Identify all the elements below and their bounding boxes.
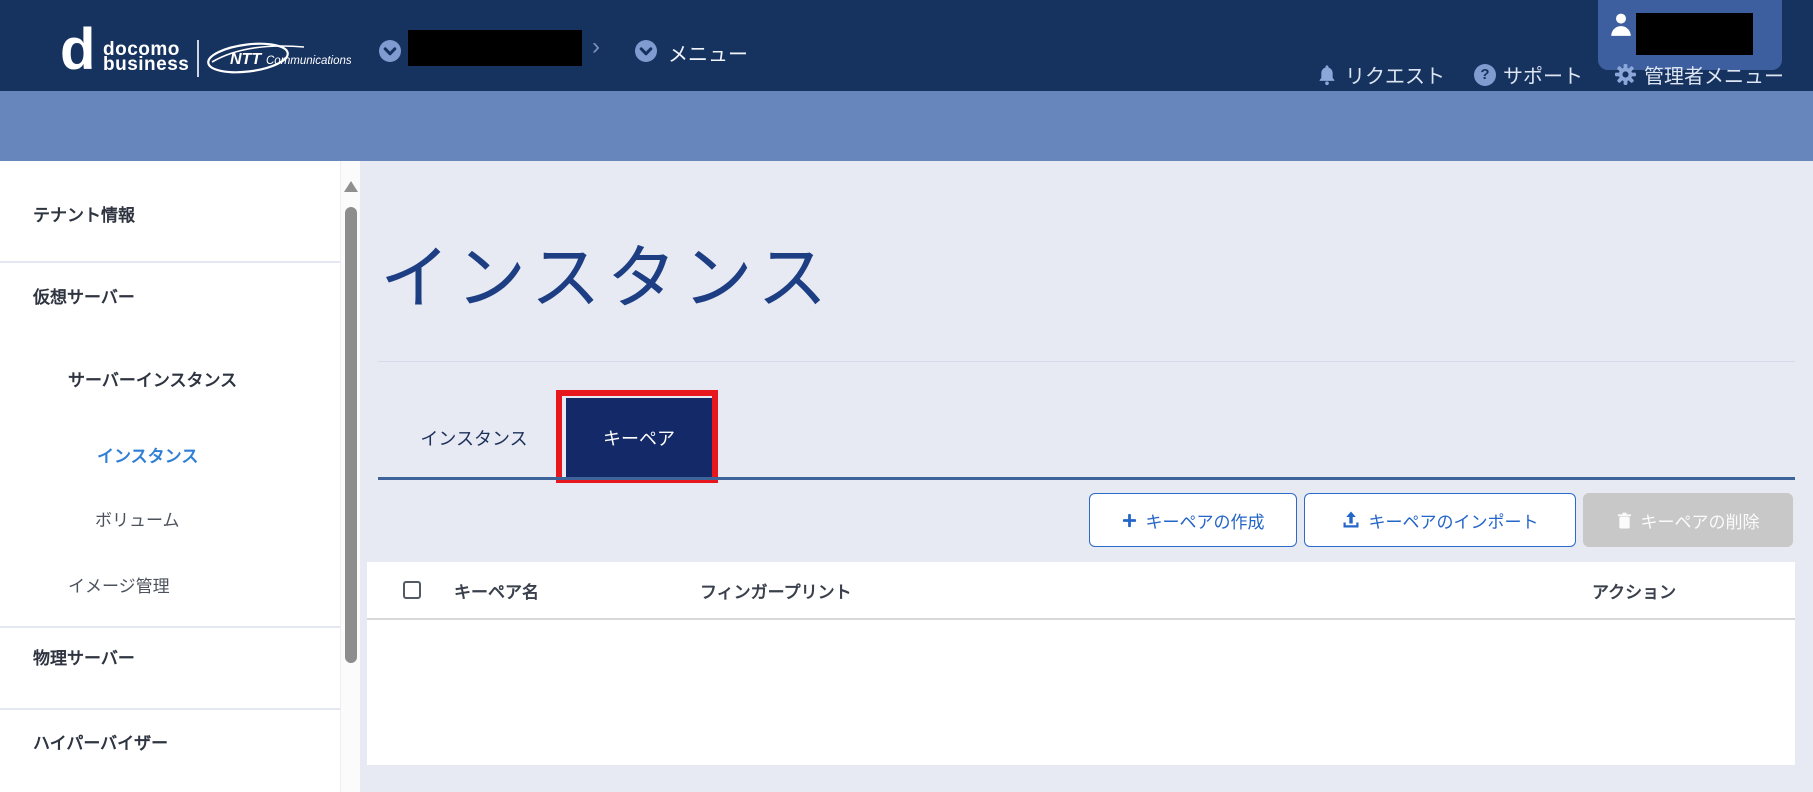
nav-item-support[interactable]: ? サポート xyxy=(1474,60,1583,89)
table-header-row: キーペア名 フィンガープリント アクション xyxy=(367,562,1795,620)
menu-button[interactable]: メニュー xyxy=(668,38,748,67)
button-label: キーペアの作成 xyxy=(1145,512,1265,532)
docomo-logo-line2: business xyxy=(103,54,190,75)
create-keypair-button[interactable]: キーペアの作成 xyxy=(1089,493,1297,547)
sidebar-item-virtual-server[interactable]: 仮想サーバー xyxy=(33,283,135,308)
secondary-bar xyxy=(0,91,1813,246)
svg-text:Communications: Communications xyxy=(266,55,351,67)
breadcrumb-chevron-icon: › xyxy=(592,33,600,60)
sidebar-item-server-instance[interactable]: サーバーインスタンス xyxy=(68,366,237,391)
keypair-table: キーペア名 フィンガープリント アクション xyxy=(367,562,1795,765)
upload-icon xyxy=(1343,511,1358,528)
page-title: インスタンス xyxy=(380,239,834,317)
sidebar-divider xyxy=(0,626,340,628)
column-header-fingerprint: フィンガープリント xyxy=(700,582,852,602)
redacted-user-name xyxy=(1636,13,1753,55)
top-navbar: d docomo business NTT Communications › メ… xyxy=(0,0,1813,91)
column-header-keypair-name: キーペア名 xyxy=(454,582,539,602)
sidebar-item-hypervisor[interactable]: ハイパーバイザー xyxy=(33,729,168,754)
sidebar-item-image-management[interactable]: イメージ管理 xyxy=(68,572,170,597)
sidebar-item-physical-server[interactable]: 物理サーバー xyxy=(33,644,135,669)
tab-instance[interactable]: インスタンス xyxy=(398,398,550,477)
nav-item-label: サポート xyxy=(1503,66,1583,88)
nav-item-requests[interactable]: リクエスト xyxy=(1316,60,1445,89)
button-label: キーペアのインポート xyxy=(1368,512,1539,532)
title-divider xyxy=(378,361,1795,362)
sidebar-scrollbar[interactable] xyxy=(340,161,360,792)
help-icon: ? xyxy=(1474,63,1496,86)
scrollbar-thumb[interactable] xyxy=(345,207,357,663)
trash-icon xyxy=(1617,512,1631,528)
sidebar-divider xyxy=(0,261,340,263)
redacted-tenant-selector[interactable] xyxy=(408,30,582,66)
delete-keypair-button[interactable]: キーペアの削除 xyxy=(1583,493,1793,547)
sidebar-item-tenant-info[interactable]: テナント情報 xyxy=(33,201,135,226)
sidebar: テナント情報 仮想サーバー サーバーインスタンス インスタンス ボリューム イメ… xyxy=(0,161,340,792)
docomo-business-logo: docomo business xyxy=(103,40,190,75)
nav-item-admin-menu[interactable]: 管理者メニュー xyxy=(1614,60,1784,89)
main-content: インスタンス インスタンス キーペア キーペアの作成 キーペアのインポート キー… xyxy=(360,161,1813,792)
nav-item-label: リクエスト xyxy=(1345,66,1445,88)
button-label: キーペアの削除 xyxy=(1640,512,1760,532)
gear-icon xyxy=(1614,63,1637,86)
ntt-communications-logo: NTT Communications xyxy=(207,42,351,74)
select-all-checkbox[interactable] xyxy=(403,581,421,599)
screen: d docomo business NTT Communications › メ… xyxy=(0,0,1813,792)
docomo-logo-icon: d xyxy=(60,17,96,82)
nav-item-label: 管理者メニュー xyxy=(1644,66,1784,88)
column-header-action: アクション xyxy=(1592,582,1677,602)
sidebar-item-instance[interactable]: インスタンス xyxy=(97,442,198,467)
keypair-toolbar: キーペアの作成 キーペアのインポート キーペアの削除 xyxy=(1089,493,1793,547)
scrollbar-up-arrow-icon[interactable] xyxy=(344,181,358,192)
import-keypair-button[interactable]: キーペアのインポート xyxy=(1304,493,1576,547)
chevron-down-circle-icon[interactable] xyxy=(378,39,402,63)
table-empty-body xyxy=(367,620,1795,763)
plus-icon xyxy=(1122,513,1136,527)
tab-keypair[interactable]: キーペア xyxy=(566,398,712,477)
bell-icon xyxy=(1319,64,1335,85)
sidebar-item-volume[interactable]: ボリューム xyxy=(95,506,180,531)
tab-underline xyxy=(378,477,1795,480)
user-icon xyxy=(1611,13,1631,36)
chevron-down-circle-icon[interactable] xyxy=(634,39,658,63)
svg-text:NTT: NTT xyxy=(230,51,262,68)
brand-separator xyxy=(197,40,199,77)
sidebar-divider xyxy=(0,708,340,710)
